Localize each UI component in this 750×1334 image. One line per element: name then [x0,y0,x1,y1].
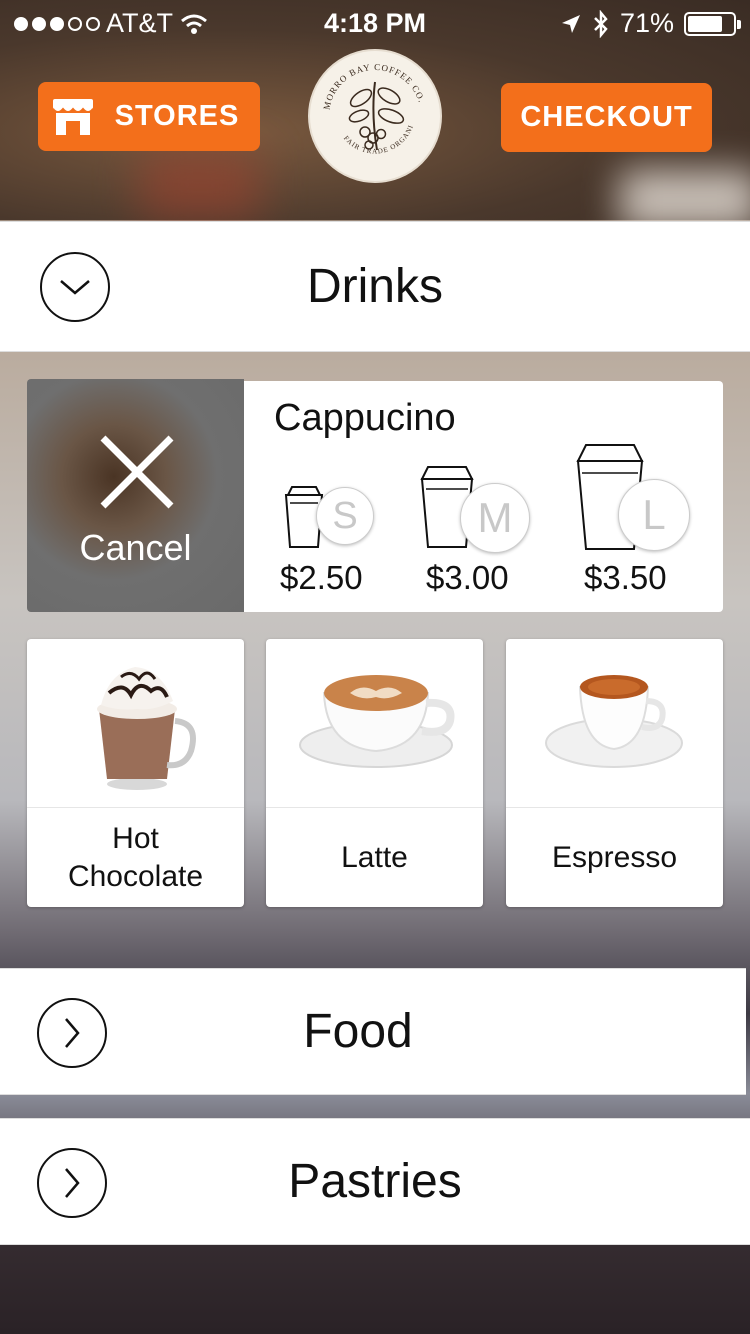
size-small-price: $2.50 [280,559,363,596]
product-label-line2: Chocolate [67,859,204,893]
bluetooth-icon [594,9,608,38]
size-large-price: $3.50 [584,559,667,596]
chevron-down-icon [40,252,110,322]
size-medium-badge: M [460,483,530,553]
product-label-line1: Hot [112,822,159,855]
background-blur [140,150,260,220]
status-bar: AT&T 4:18 PM 71% [0,0,750,48]
product-label: Latte [266,807,483,907]
cancel-label: Cancel [79,527,192,568]
size-large-badge: L [618,479,690,551]
product-tile-espresso[interactable]: Espresso [506,639,723,907]
size-medium-price: $3.00 [426,559,509,596]
brand-logo: MORRO BAY COFFEE CO. FAIR TRADE ORGANIC [308,49,442,183]
section-drinks[interactable]: Drinks [0,221,750,352]
checkout-label: CHECKOUT [520,101,693,133]
coffee-branch-logo-icon: MORRO BAY COFFEE CO. FAIR TRADE ORGANIC [313,54,426,156]
size-selector-card: Cappucino S $2.50 M $3.00 L $3.50 [244,381,723,612]
status-right: 71% [560,8,741,39]
espresso-image [545,675,683,768]
battery-percentage: 71% [619,8,674,38]
section-drinks-title: Drinks [306,260,443,313]
cancel-button[interactable]: Cancel [27,379,244,612]
chevron-right-icon [37,1148,107,1218]
size-small-badge: S [316,487,374,545]
selected-item-name: Cappucino [274,397,456,439]
chevron-right-icon [37,998,107,1068]
close-icon [100,435,174,509]
size-medium-option[interactable]: M [418,461,538,553]
section-pastries-title: Pastries [288,1155,462,1208]
section-food[interactable]: Food [0,968,746,1095]
stores-button[interactable]: STORES [38,82,260,151]
storefront-icon [51,98,94,135]
hot-chocolate-image [97,667,196,790]
battery-icon [684,11,741,36]
location-arrow-icon [561,14,580,33]
product-label: Espresso [506,807,723,907]
stores-label: STORES [114,100,240,132]
section-food-title: Food [303,1005,413,1058]
size-small-option[interactable]: S [280,481,380,551]
checkout-button[interactable]: CHECKOUT [501,83,712,152]
product-label: Hot Chocolate [27,807,244,907]
section-pastries[interactable]: Pastries [0,1118,750,1245]
product-tile-latte[interactable]: Latte [266,639,483,907]
latte-image [299,675,455,768]
product-tile-hot-chocolate[interactable]: Hot Chocolate [27,639,244,907]
size-large-option[interactable]: L [574,439,694,551]
